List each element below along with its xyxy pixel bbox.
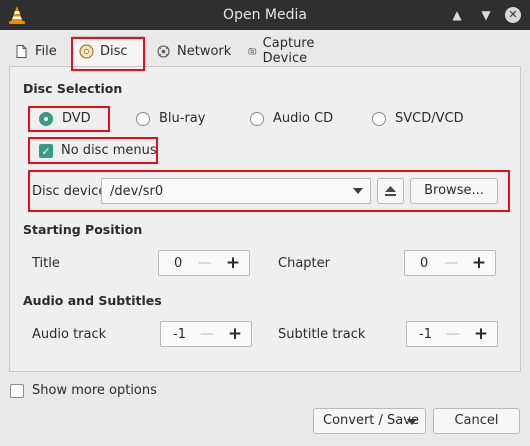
network-icon	[157, 44, 170, 58]
chevron-down-icon[interactable]	[407, 419, 417, 425]
radio-dot	[372, 111, 386, 126]
check-icon: ✓	[39, 143, 53, 158]
tab-capture-device-label: Capture Device	[262, 36, 315, 66]
radio-audio-cd[interactable]: Audio CD	[250, 111, 333, 126]
convert-save-button[interactable]: Convert / Save	[313, 408, 426, 434]
cancel-button[interactable]: Cancel	[433, 408, 520, 434]
radio-dot	[39, 111, 53, 126]
convert-save-label: Convert / Save	[323, 413, 419, 428]
disc-device-combobox[interactable]: /dev/sr0	[101, 178, 371, 204]
title-bar: Open Media ▲ ▼ ✕	[0, 0, 530, 30]
show-more-options-label: Show more options	[32, 383, 157, 398]
keep-above-icon[interactable]: ▲	[448, 6, 466, 24]
increment-icon[interactable]: +	[227, 324, 243, 344]
minimize-icon[interactable]: ▼	[477, 6, 495, 24]
title-label: Title	[32, 256, 60, 271]
disc-device-value: /dev/sr0	[110, 184, 164, 199]
browse-button[interactable]: Browse...	[410, 178, 498, 204]
radio-bluray[interactable]: Blu-ray	[136, 111, 205, 126]
chapter-value: 0	[420, 256, 429, 271]
tab-file-label: File	[35, 43, 57, 59]
audio-track-value: -1	[173, 327, 186, 342]
subtitle-track-label: Subtitle track	[278, 327, 366, 342]
eject-button[interactable]	[377, 178, 404, 204]
capture-device-icon	[248, 47, 257, 54]
tab-network[interactable]: Network	[150, 36, 237, 66]
radio-dvd[interactable]: DVD	[39, 111, 91, 126]
tab-capture-device[interactable]: Capture Device	[242, 36, 327, 66]
disc-panel: Disc Selection DVD Blu-ray Audio CD SVCD…	[9, 66, 521, 372]
starting-position-heading: Starting Position	[23, 222, 143, 237]
show-more-options-checkbox[interactable]: Show more options	[10, 383, 157, 398]
radio-bluray-label: Blu-ray	[159, 111, 206, 126]
subtitle-track-spinbox[interactable]: -1 — +	[406, 321, 498, 347]
disc-icon	[79, 44, 94, 59]
tab-network-label: Network	[177, 43, 232, 59]
radio-dvd-label: DVD	[62, 111, 91, 126]
radio-svcd-vcd[interactable]: SVCD/VCD	[372, 111, 464, 126]
decrement-icon[interactable]: —	[445, 326, 461, 342]
radio-dot	[250, 111, 264, 126]
disc-selection-heading: Disc Selection	[23, 81, 123, 96]
tab-file[interactable]: File	[8, 36, 63, 66]
chapter-spinbox[interactable]: 0 — +	[404, 250, 496, 276]
no-disc-menus-label: No disc menus	[61, 143, 157, 158]
audio-subtitles-heading: Audio and Subtitles	[23, 293, 162, 308]
tab-disc[interactable]: Disc	[72, 36, 144, 66]
title-spinbox[interactable]: 0 — +	[158, 250, 250, 276]
checkbox-box	[10, 383, 24, 398]
decrement-icon[interactable]: —	[199, 326, 215, 342]
increment-icon[interactable]: +	[471, 253, 487, 273]
title-value: 0	[174, 256, 183, 271]
audio-track-spinbox[interactable]: -1 — +	[160, 321, 252, 347]
file-icon	[16, 44, 27, 58]
audio-track-label: Audio track	[32, 327, 107, 342]
increment-icon[interactable]: +	[473, 324, 489, 344]
decrement-icon[interactable]: —	[197, 255, 213, 271]
increment-icon[interactable]: +	[225, 253, 241, 273]
close-icon[interactable]: ✕	[505, 7, 521, 23]
disc-device-label: Disc device	[32, 184, 107, 199]
radio-dot	[136, 111, 150, 126]
subtitle-track-value: -1	[419, 327, 432, 342]
radio-audio-cd-label: Audio CD	[273, 111, 334, 126]
no-disc-menus-checkbox[interactable]: ✓ No disc menus	[39, 143, 157, 158]
eject-icon	[385, 186, 396, 196]
decrement-icon[interactable]: —	[443, 255, 459, 271]
tab-disc-label: Disc	[100, 44, 128, 59]
radio-svcd-vcd-label: SVCD/VCD	[395, 111, 464, 126]
chapter-label: Chapter	[278, 256, 330, 271]
chevron-down-icon	[353, 188, 363, 194]
